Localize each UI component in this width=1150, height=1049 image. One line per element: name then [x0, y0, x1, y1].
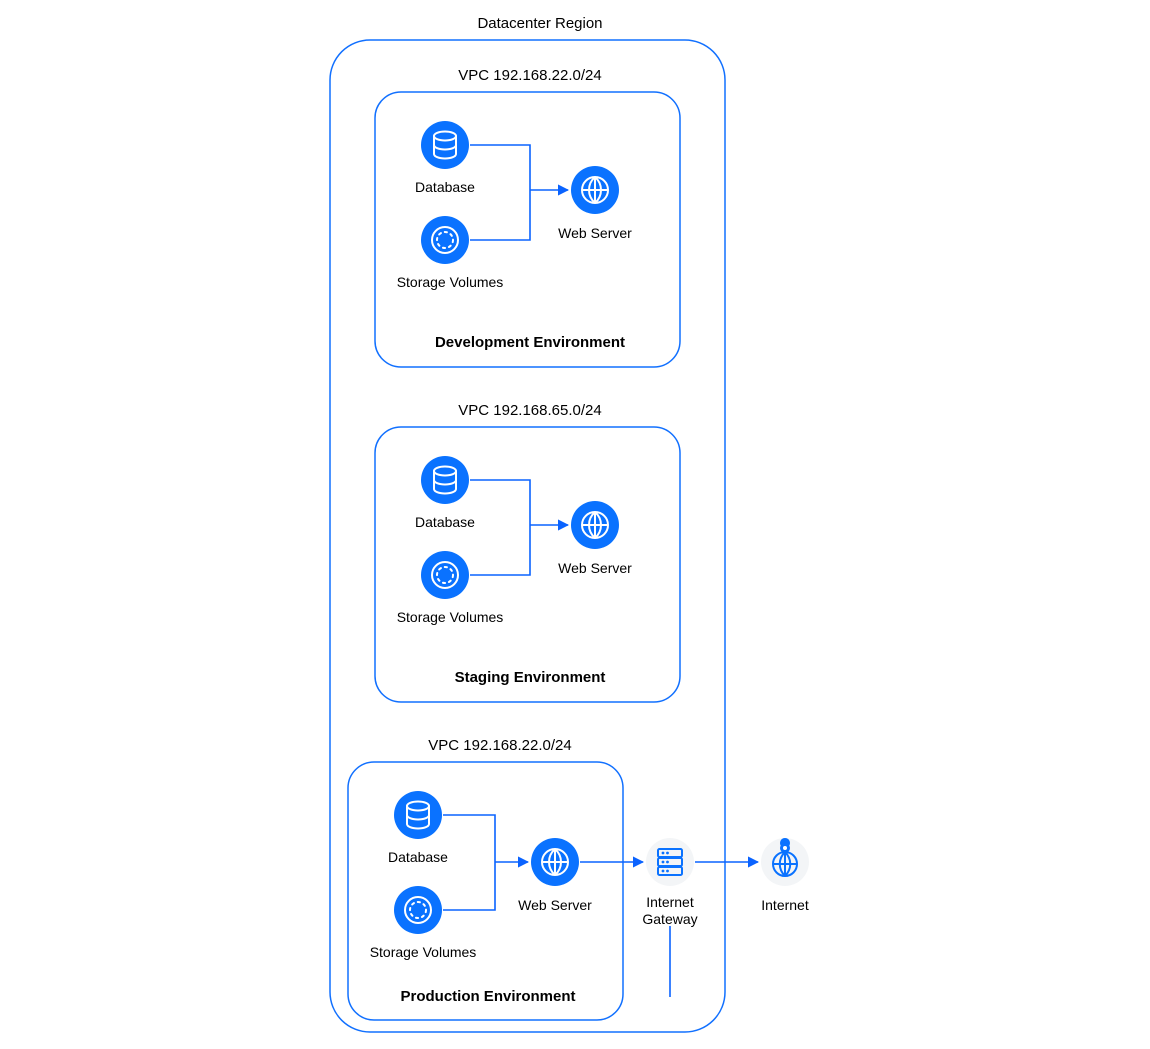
globe-icon: [531, 838, 579, 886]
web-server-label: Web Server: [558, 225, 632, 241]
connector: [443, 815, 495, 910]
vpc-boundary-staging: [375, 427, 680, 702]
database-icon: [421, 121, 469, 169]
web-server-label: Web Server: [518, 897, 592, 913]
environment-label: Development Environment: [435, 334, 625, 351]
storage-icon: [421, 216, 469, 264]
vpc-cidr-label: VPC 192.168.65.0/24: [458, 402, 601, 419]
web-server-label: Web Server: [558, 560, 632, 576]
database-icon: [394, 791, 442, 839]
storage-icon: [421, 551, 469, 599]
vpc-cidr-label: VPC 192.168.22.0/24: [428, 737, 571, 754]
gateway-label-line1: Internet: [646, 894, 694, 910]
internet-label: Internet: [761, 897, 809, 913]
environment-label: Production Environment: [400, 988, 575, 1005]
database-label: Database: [388, 849, 448, 865]
database-icon: [421, 456, 469, 504]
vpc-boundary-prod: [348, 762, 623, 1020]
database-label: Database: [415, 179, 475, 195]
server-stack-icon: [646, 838, 694, 886]
connector: [470, 480, 530, 575]
globe-icon: [571, 166, 619, 214]
vpc-boundary-dev: [375, 92, 680, 367]
internet-icon: [761, 838, 809, 886]
database-label: Database: [415, 514, 475, 530]
vpc-cidr-label: VPC 192.168.22.0/24: [458, 67, 601, 84]
environment-label: Staging Environment: [455, 669, 606, 686]
storage-icon: [394, 886, 442, 934]
globe-icon: [571, 501, 619, 549]
connector: [470, 145, 530, 240]
storage-label: Storage Volumes: [397, 274, 504, 290]
storage-label: Storage Volumes: [397, 609, 504, 625]
storage-label: Storage Volumes: [370, 944, 477, 960]
gateway-label-line2: Gateway: [642, 911, 697, 927]
region-title: Datacenter Region: [477, 15, 602, 32]
